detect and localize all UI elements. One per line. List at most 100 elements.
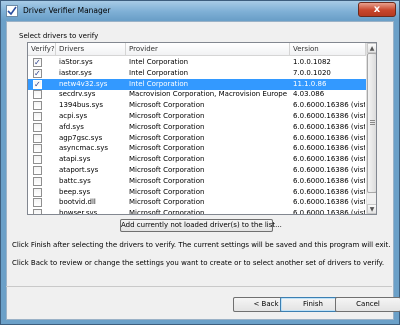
verify-checkbox[interactable] (33, 176, 42, 186)
verify-checkbox[interactable] (33, 68, 42, 79)
provider-name: Intel Corporation (129, 58, 189, 66)
driver-name: agp7gsc.sys (59, 133, 103, 142)
verify-checkbox[interactable] (33, 209, 42, 214)
grip-line (370, 120, 375, 121)
info-finish-text: Click Finish after selecting the drivers… (12, 241, 391, 249)
driver-name: beep.sys (59, 187, 91, 196)
column-header-drivers[interactable]: Drivers (56, 43, 126, 56)
provider-name: Microsoft Corporation (129, 166, 205, 174)
section-label: Select drivers to verify (19, 32, 99, 40)
provider-name: Microsoft Corporation (129, 187, 205, 196)
column-header-verify[interactable]: Verify? (28, 43, 56, 56)
table-row[interactable]: netw4v32.sys Intel Corporation 11.1.0.86 (28, 78, 366, 90)
verify-checkbox[interactable] (33, 133, 42, 143)
verify-checkbox[interactable] (33, 144, 42, 154)
provider-name: Microsoft Corporation (129, 144, 205, 153)
provider-name: Macrovision Corporation, Macrovision Eur… (129, 90, 289, 99)
driver-version: 6.0.6000.16386 (vista... (293, 133, 365, 142)
title-bar[interactable]: Driver Verifier Manager x (1, 1, 399, 20)
driver-name: afd.sys (59, 122, 84, 131)
window-title: Driver Verifier Manager (23, 6, 111, 15)
grip-line (370, 124, 375, 125)
table-row[interactable]: bootvid.dll Microsoft Corporation 6.0.6000… (28, 197, 366, 208)
provider-name: Microsoft Corporation (129, 122, 205, 131)
driver-version: 6.0.6000.16386 (vista... (293, 122, 365, 131)
scroll-down-icon[interactable]: ▼ (367, 204, 376, 214)
table-row[interactable]: iaStor.sys Intel Corporation 1.0.0.1082 (28, 57, 366, 68)
separator (6, 286, 392, 287)
table-row[interactable]: agp7gsc.sys Microsoft Corporation 6.0.6000… (28, 133, 366, 144)
driver-version: 7.0.0.1020 (293, 68, 331, 77)
verify-checkbox[interactable] (33, 155, 42, 165)
verify-checkbox[interactable] (33, 166, 42, 175)
driver-name: netw4v32.sys (59, 79, 108, 88)
driver-name: battc.sys (59, 176, 91, 185)
verify-checkbox[interactable] (33, 112, 42, 121)
driver-name: asyncmac.sys (59, 144, 108, 153)
table-row[interactable]: battc.sys Microsoft Corporation 6.0.6000.1… (28, 176, 366, 187)
column-header-version[interactable]: Version (290, 43, 366, 56)
table-row[interactable]: 1394bus.sys Microsoft Corporation 6.0.6000… (28, 100, 366, 111)
table-row[interactable]: atapi.sys Microsoft Corporation 6.0.6000.1… (28, 154, 366, 165)
grip-line (370, 122, 375, 123)
driver-name: bowser.sys (59, 209, 98, 215)
verify-checkbox[interactable] (33, 79, 42, 90)
column-header-provider[interactable]: Provider (126, 43, 290, 56)
table-row[interactable]: beep.sys Microsoft Corporation 6.0.6000.16… (28, 187, 366, 198)
driver-name: secdrv.sys (59, 90, 96, 99)
drivers-list[interactable]: Verify? Drivers Provider Version iaStor.… (27, 42, 377, 215)
table-row[interactable]: secdrv.sys Macrovision Corporation, Macro… (28, 89, 366, 100)
driver-name: ataport.sys (59, 166, 99, 174)
list-rows: iaStor.sys Intel Corporation 1.0.0.1082 ias… (28, 57, 366, 215)
driver-version: 11.1.0.86 (293, 79, 327, 88)
table-row[interactable]: afd.sys Microsoft Corporation 6.0.6000.163… (28, 122, 366, 133)
provider-name: Microsoft Corporation (129, 176, 205, 185)
scroll-thumb[interactable] (367, 53, 376, 193)
provider-name: Microsoft Corporation (129, 155, 205, 164)
vertical-scrollbar[interactable]: ▲ ▼ (366, 43, 376, 214)
provider-name: Microsoft Corporation (129, 112, 205, 120)
driver-version: 6.0.6000.16386 (vista... (293, 166, 365, 174)
driver-name: 1394bus.sys (59, 101, 104, 110)
driver-version: 6.0.6000.16386 (vista... (293, 198, 365, 207)
scroll-up-icon[interactable]: ▲ (367, 43, 376, 53)
driver-name: atapi.sys (59, 155, 91, 164)
driver-name: iastor.sys (59, 68, 92, 77)
provider-name: Intel Corporation (129, 68, 189, 77)
add-unloaded-drivers-button[interactable]: Add currently not loaded driver(s) to th… (120, 219, 282, 232)
verify-checkbox[interactable] (33, 90, 42, 100)
verify-checkbox[interactable] (33, 57, 42, 68)
driver-version: 6.0.6000.16386 (vista... (293, 155, 365, 164)
provider-name: Microsoft Corporation (129, 133, 205, 142)
provider-name: Microsoft Corporation (129, 209, 205, 215)
provider-name: Microsoft Corporation (129, 101, 205, 110)
driver-version: 6.0.6000.16386 (vista... (293, 176, 365, 185)
provider-name: Microsoft Corporation (129, 198, 205, 207)
provider-name: Intel Corporation (129, 79, 189, 88)
close-button[interactable]: x (358, 2, 396, 17)
cancel-button[interactable]: Cancel (335, 297, 400, 312)
verify-checkbox[interactable] (33, 101, 42, 111)
driver-name: bootvid.dll (59, 198, 96, 207)
driver-version: 6.0.6000.16386 (vista... (293, 187, 365, 196)
driver-version: 1.0.0.1082 (293, 58, 331, 66)
driver-version: 6.0.6000.16386 (vista... (293, 101, 365, 110)
table-row[interactable]: bowser.sys Microsoft Corporation 6.0.6000.… (28, 208, 366, 215)
driver-version: 6.0.6000.16386 (vista... (293, 209, 365, 215)
verify-checkbox[interactable] (33, 187, 42, 197)
info-back-text: Click Back to review or change the setti… (12, 259, 385, 267)
table-row[interactable]: iastor.sys Intel Corporation 7.0.0.1020 (28, 68, 366, 79)
verify-checkbox[interactable] (33, 198, 42, 208)
table-row[interactable]: acpi.sys Microsoft Corporation 6.0.6000.16… (28, 111, 366, 122)
checkmark-app-icon (6, 5, 18, 17)
driver-name: iaStor.sys (59, 58, 93, 66)
close-icon: x (373, 4, 381, 15)
driver-version: 6.0.6000.16386 (vista... (293, 112, 365, 120)
list-header: Verify? Drivers Provider Version (28, 43, 366, 56)
table-row[interactable]: asyncmac.sys Microsoft Corporation 6.0.600… (28, 143, 366, 154)
driver-version: 6.0.6000.16386 (vista... (293, 144, 365, 153)
verify-checkbox[interactable] (33, 122, 42, 132)
driver-name: acpi.sys (59, 112, 88, 120)
table-row[interactable]: ataport.sys Microsoft Corporation 6.0.6000… (28, 165, 366, 176)
driver-version: 4.03.086 (293, 90, 325, 99)
